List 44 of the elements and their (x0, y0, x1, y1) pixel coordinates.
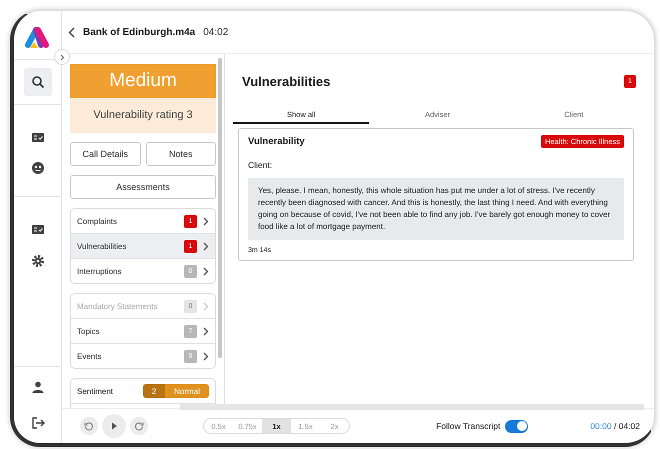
category-label: Events (77, 352, 102, 360)
chevron-icon (203, 216, 209, 226)
category-label: Interruptions (77, 266, 122, 276)
expand-button[interactable] (54, 49, 70, 65)
play-button[interactable] (102, 414, 126, 438)
sentiment-label: Sentiment (77, 386, 114, 396)
follow-label: Follow Transcript (436, 421, 500, 431)
chevron-icon (203, 326, 209, 336)
time-separator: / (614, 421, 616, 431)
category-label: Complaints (77, 216, 118, 226)
play-icon (110, 422, 118, 430)
duration: 04:02 (203, 26, 228, 38)
chevron-icon (60, 54, 64, 60)
sentiment-score: 2 (143, 384, 165, 398)
speaker-label: Client: (248, 160, 274, 170)
logo-icon (24, 25, 50, 51)
forward-button[interactable] (130, 417, 148, 435)
category-label: Topics (77, 326, 101, 336)
chevron-icon (203, 242, 209, 250)
search-icon[interactable] (24, 68, 52, 96)
rewind-icon (84, 421, 94, 431)
rating-level: Medium (70, 64, 216, 98)
section-title: Vulnerabilities (242, 74, 330, 88)
rating-description: Vulnerability rating 3 (70, 98, 216, 133)
category-label: Vulnerabilities (77, 242, 128, 250)
panel-button[interactable]: Call Details (70, 142, 140, 166)
chevron-icon (203, 352, 209, 360)
category-label: Mandatory Statements (77, 302, 158, 310)
card-title: Vulnerability (248, 136, 305, 147)
total-time: 04:02 (618, 421, 640, 431)
chevron-icon (203, 266, 209, 276)
forward-icon (134, 421, 144, 431)
progress-track[interactable] (180, 404, 644, 410)
assessments-button[interactable]: Assessments (70, 175, 216, 199)
sentiment-value: Normal (165, 384, 209, 398)
transcript-quote: Yes, please. I mean, honestly, this whole situation has put me under a lot of stress. I've recently recently been diagnosed with cancer. And this is honestly, the last thing I need. And with everything going on because of covid, I've not been able to find any job. I've barely got enough money to cover food like a lot of mortgage payment. (248, 178, 624, 240)
follow-toggle[interactable] (505, 420, 528, 432)
chevron-icon (203, 302, 209, 310)
back-icon[interactable] (68, 26, 75, 38)
rewind-button[interactable] (80, 417, 98, 435)
panel-button[interactable]: Notes (146, 142, 216, 166)
current-time: 00:00 (590, 421, 612, 431)
scrollbar[interactable] (218, 58, 222, 358)
file-title: Bank of Edinburgh.m4a (83, 26, 196, 38)
